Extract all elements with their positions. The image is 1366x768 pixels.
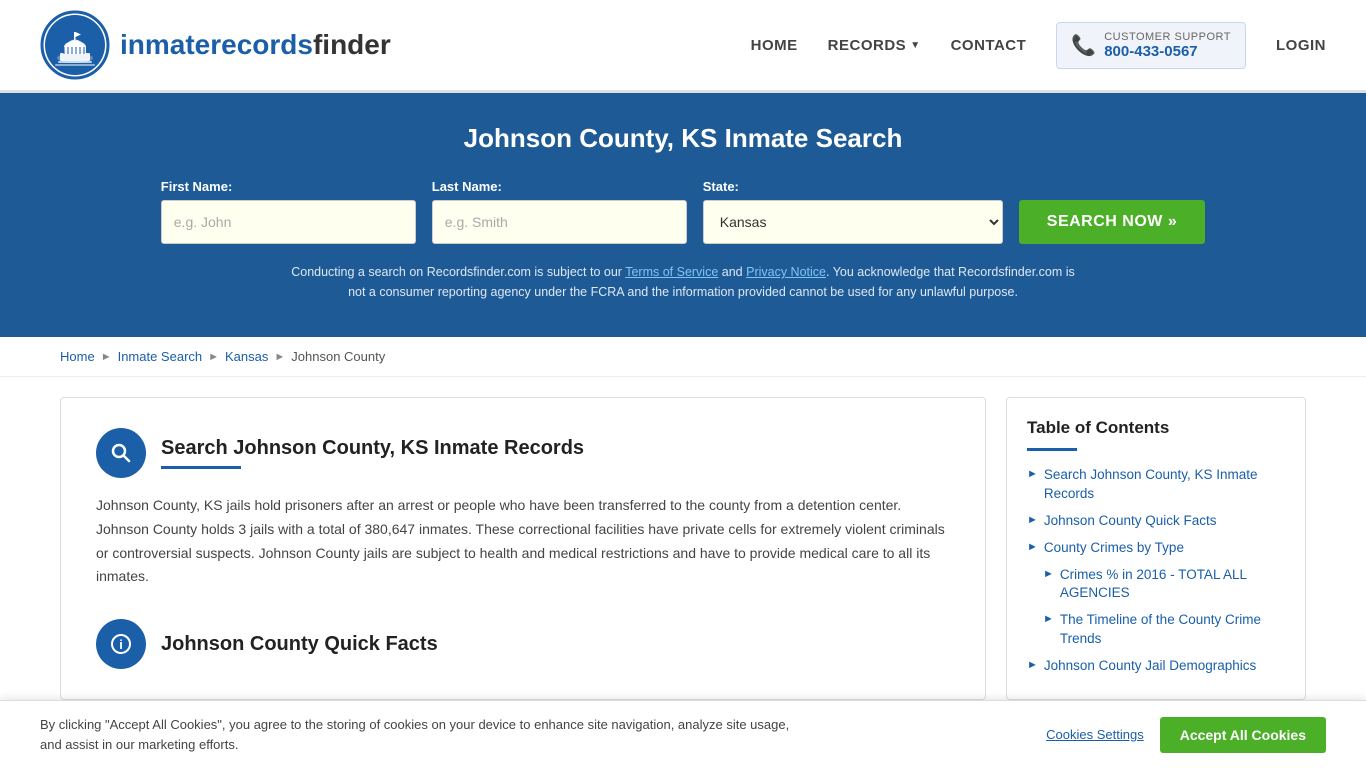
state-group: State: AlabamaAlaskaArizonaArkansasCalif… [703, 179, 1003, 244]
breadcrumb-home[interactable]: Home [60, 349, 95, 364]
cookie-settings-button[interactable]: Cookies Settings [1046, 727, 1144, 742]
section2-preview: i Johnson County Quick Facts [96, 619, 950, 669]
cookie-accept-button[interactable]: Accept All Cookies [1160, 717, 1326, 753]
toc-chevron-icon: ► [1043, 613, 1054, 625]
first-name-label: First Name: [161, 179, 233, 194]
support-info: CUSTOMER SUPPORT 800-433-0567 [1104, 31, 1231, 60]
section1-title: Search Johnson County, KS Inmate Records [161, 437, 584, 460]
breadcrumb: Home ► Inmate Search ► Kansas ► Johnson … [0, 337, 1366, 377]
toc-link[interactable]: Johnson County Quick Facts [1044, 512, 1217, 531]
toc-list: ► Search Johnson County, KS Inmate Record… [1027, 466, 1285, 676]
toc-item: ► Johnson County Jail Demographics [1027, 657, 1285, 676]
toc-chevron-icon: ► [1043, 568, 1054, 580]
toc-link[interactable]: Crimes % in 2016 - TOTAL ALL AGENCIES [1060, 566, 1285, 604]
state-select[interactable]: AlabamaAlaskaArizonaArkansasCaliforniaCo… [703, 200, 1003, 244]
cookie-banner: By clicking "Accept All Cookies", you ag… [0, 700, 1366, 768]
toc-chevron-icon: ► [1027, 468, 1038, 480]
toc-link[interactable]: The Timeline of the County Crime Trends [1060, 611, 1285, 649]
toc-box: Table of Contents ► Search Johnson County… [1006, 397, 1306, 700]
section1-body: Johnson County, KS jails hold prisoners … [96, 494, 950, 589]
breadcrumb-sep-3: ► [274, 351, 285, 363]
toc-divider [1027, 448, 1077, 451]
toc-chevron-icon: ► [1027, 514, 1038, 526]
first-name-group: First Name: [161, 179, 416, 244]
breadcrumb-current: Johnson County [291, 349, 385, 364]
hero-title: Johnson County, KS Inmate Search [40, 123, 1326, 154]
nav-home[interactable]: HOME [751, 37, 798, 54]
last-name-input[interactable] [432, 200, 687, 244]
site-header: inmaterecordsfinder HOME RECORDS ▼ CONTA… [0, 0, 1366, 93]
terms-link[interactable]: Terms of Service [625, 265, 718, 279]
toc-item: ► Crimes % in 2016 - TOTAL ALL AGENCIES [1043, 566, 1285, 604]
section1-underline [161, 466, 241, 469]
section2-title: Johnson County Quick Facts [161, 633, 438, 656]
toc-title: Table of Contents [1027, 418, 1285, 438]
info-icon-circle: i [96, 619, 146, 669]
breadcrumb-sep-2: ► [208, 351, 219, 363]
phone-icon: 📞 [1071, 33, 1096, 58]
hero-section: Johnson County, KS Inmate Search First N… [0, 93, 1366, 337]
last-name-group: Last Name: [432, 179, 687, 244]
search-button[interactable]: SEARCH NOW » [1019, 200, 1205, 244]
cookie-actions: Cookies Settings Accept All Cookies [1046, 717, 1326, 753]
toc-item: ► Johnson County Quick Facts [1027, 512, 1285, 531]
toc-link[interactable]: Search Johnson County, KS Inmate Records [1044, 466, 1285, 504]
toc-link[interactable]: Johnson County Jail Demographics [1044, 657, 1256, 676]
nav-contact[interactable]: CONTACT [951, 37, 1027, 54]
svg-text:i: i [119, 637, 123, 652]
last-name-label: Last Name: [432, 179, 502, 194]
cookie-text: By clicking "Accept All Cookies", you ag… [40, 715, 800, 754]
main-content: Search Johnson County, KS Inmate Records… [0, 377, 1366, 720]
state-label: State: [703, 179, 739, 194]
breadcrumb-sep-1: ► [101, 351, 112, 363]
first-name-input[interactable] [161, 200, 416, 244]
privacy-link[interactable]: Privacy Notice [746, 265, 826, 279]
search-icon-circle [96, 428, 146, 478]
toc-chevron-icon: ► [1027, 659, 1038, 671]
content-left: Search Johnson County, KS Inmate Records… [60, 397, 986, 700]
sidebar: Table of Contents ► Search Johnson County… [1006, 397, 1306, 700]
breadcrumb-kansas[interactable]: Kansas [225, 349, 268, 364]
records-chevron-icon: ▼ [910, 40, 920, 51]
logo-area: inmaterecordsfinder [40, 10, 391, 80]
main-nav: HOME RECORDS ▼ CONTACT 📞 CUSTOMER SUPPOR… [751, 22, 1326, 69]
nav-login[interactable]: LOGIN [1276, 37, 1326, 54]
breadcrumb-inmate-search[interactable]: Inmate Search [118, 349, 203, 364]
nav-records[interactable]: RECORDS ▼ [828, 37, 921, 54]
toc-chevron-icon: ► [1027, 541, 1038, 553]
customer-support-box: 📞 CUSTOMER SUPPORT 800-433-0567 [1056, 22, 1246, 69]
logo-text: inmaterecordsfinder [120, 29, 391, 61]
hero-disclaimer: Conducting a search on Recordsfinder.com… [283, 262, 1083, 302]
toc-item: ► County Crimes by Type [1027, 539, 1285, 558]
toc-item: ► Search Johnson County, KS Inmate Record… [1027, 466, 1285, 504]
toc-link[interactable]: County Crimes by Type [1044, 539, 1184, 558]
toc-item: ► The Timeline of the County Crime Trends [1043, 611, 1285, 649]
section1-header: Search Johnson County, KS Inmate Records [96, 428, 950, 478]
logo-icon [40, 10, 110, 80]
search-form: First Name: Last Name: State: AlabamaAla… [40, 179, 1326, 244]
